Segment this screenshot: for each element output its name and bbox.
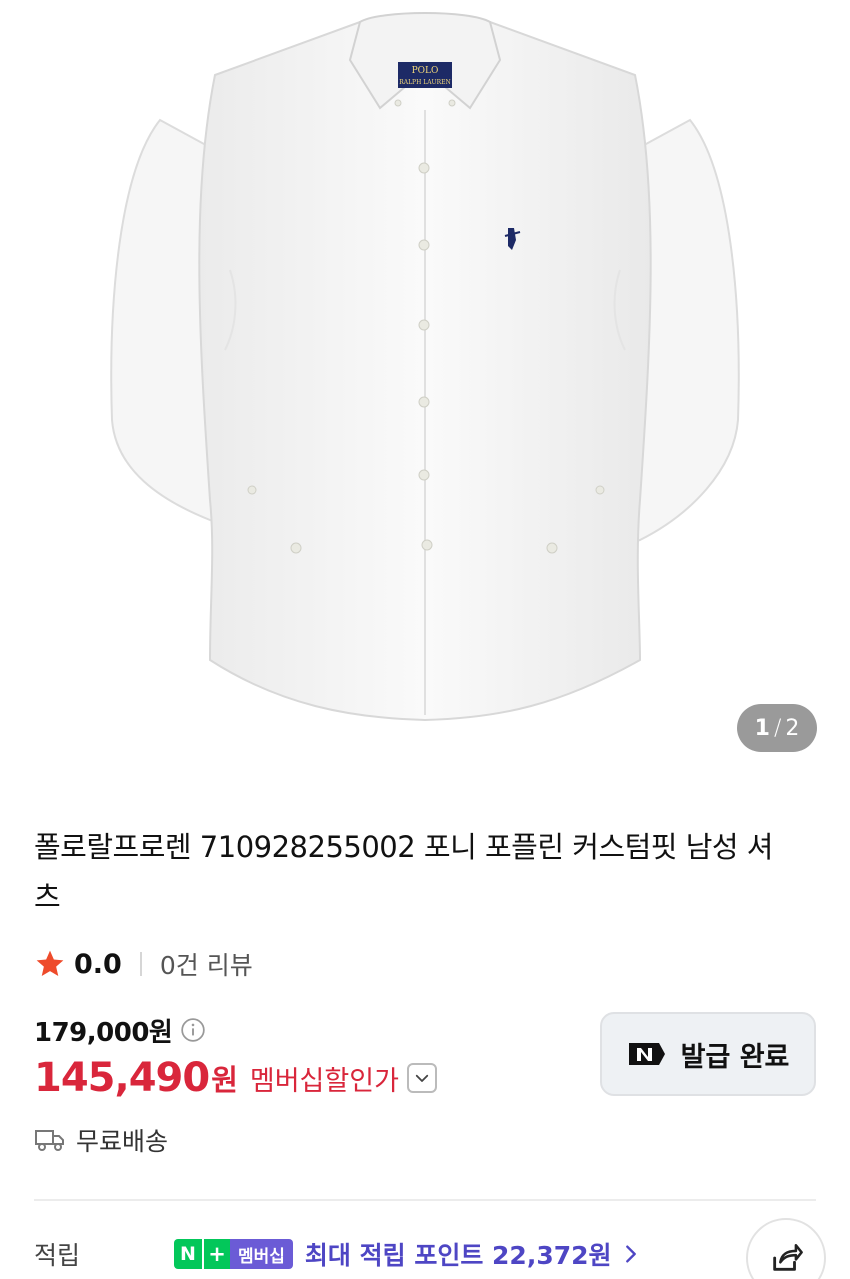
coupon-issued-button[interactable]: 발급 완료 [600,1012,816,1096]
badge-plus: + [202,1239,230,1269]
naver-plus-membership-badge: N + 멤버십 [174,1239,293,1269]
membership-price-label: 멤버십할인가 [249,1065,399,1097]
coupon-button-label: 발급 완료 [680,1041,790,1073]
image-page-counter: 1 / 2 [737,704,817,752]
membership-price-row: 145,490 원 멤버십할인가 [34,1050,437,1106]
original-price-row: 179,000원 [34,1010,206,1050]
badge-n: N [174,1239,202,1269]
rating-divider [139,952,142,976]
shipping-label: 무료배송 [76,1127,169,1156]
collar-label-subtext: RALPH LAUREN [399,79,451,86]
truck-icon [35,1130,64,1151]
review-count-link[interactable]: 0건 리뷰 [160,946,253,982]
image-counter-current: 1 [754,715,770,741]
max-points-text[interactable]: 최대 적립 포인트 22,372원 [305,1236,612,1272]
chevron-down-icon [415,1074,429,1082]
sale-price-value: 145,490 [34,1055,210,1101]
points-label: 적립 [34,1241,81,1270]
info-icon[interactable] [180,1017,206,1043]
rating-score: 0.0 [74,948,122,980]
section-divider [34,1199,816,1201]
share-icon [773,1243,803,1271]
product-image: POLO RALPH LAUREN [110,12,740,722]
image-counter-separator: / [773,715,782,741]
chevron-right-icon [625,1245,636,1263]
sale-price-unit: 원 [211,1063,238,1097]
product-title: 폴로랄프로렌 710928255002 포니 포플린 커스텀핏 남성 셔츠 [34,830,773,914]
badge-membership: 멤버십 [230,1239,293,1269]
shipping-info: 무료배송 [34,1120,168,1160]
star-icon [36,950,64,976]
rating-summary[interactable]: 0.0 0건 리뷰 [34,944,253,984]
product-image-gallery[interactable]: POLO RALPH LAUREN 1 / 2 [0,0,850,780]
naver-n-icon [628,1043,665,1065]
image-counter-total: 2 [785,715,800,741]
points-row[interactable]: 적립 N + 멤버십 최대 적립 포인트 22,372원 [34,1232,816,1276]
original-price: 179,000원 [34,1017,173,1048]
share-button[interactable] [746,1218,826,1279]
collar-label-text: POLO [412,66,439,76]
price-detail-toggle[interactable] [406,1063,437,1093]
